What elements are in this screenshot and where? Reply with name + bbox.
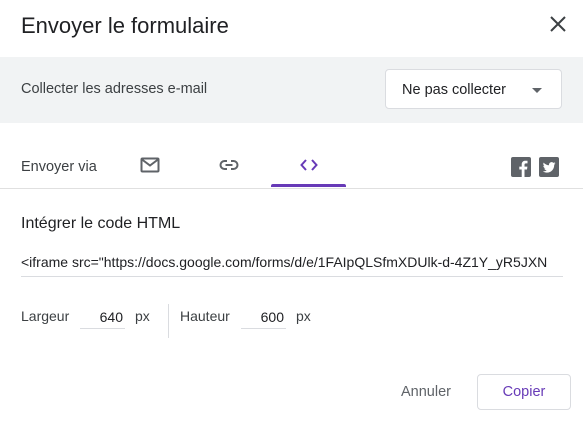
height-label: Hauteur bbox=[180, 308, 230, 324]
embed-code-icon bbox=[299, 159, 318, 171]
embed-html-title: Intégrer le code HTML bbox=[21, 215, 181, 232]
dialog-title: Envoyer le formulaire bbox=[21, 13, 229, 38]
collect-emails-selected-value: Ne pas collecter bbox=[402, 82, 506, 98]
height-input[interactable]: 600 bbox=[241, 306, 286, 329]
email-icon bbox=[140, 157, 160, 173]
send-via-label: Envoyer via bbox=[21, 159, 97, 175]
embed-code-text: <iframe src="https://docs.google.com/for… bbox=[21, 254, 548, 270]
facebook-icon[interactable] bbox=[511, 157, 531, 177]
height-unit: px bbox=[296, 308, 311, 324]
width-label: Largeur bbox=[21, 308, 70, 324]
collect-emails-bar: Collecter les adresses e-mail Ne pas col… bbox=[0, 57, 583, 123]
send-via-tabs: Envoyer via bbox=[0, 145, 583, 189]
tab-email[interactable] bbox=[127, 145, 173, 187]
tab-link[interactable] bbox=[206, 145, 252, 187]
width-input[interactable]: 640 bbox=[80, 306, 125, 329]
collect-emails-label: Collecter les adresses e-mail bbox=[21, 81, 208, 97]
width-value: 640 bbox=[99, 309, 123, 325]
tab-embed-html[interactable] bbox=[271, 145, 346, 187]
active-tab-indicator bbox=[271, 184, 346, 187]
collect-emails-select[interactable]: Ne pas collecter bbox=[385, 69, 562, 109]
close-icon[interactable] bbox=[546, 12, 570, 36]
copy-button[interactable]: Copier bbox=[477, 374, 571, 410]
dropdown-arrow-icon bbox=[532, 88, 542, 93]
width-unit: px bbox=[135, 308, 150, 324]
send-form-dialog: Envoyer le formulaire Collecter les adre… bbox=[0, 0, 583, 423]
height-value: 600 bbox=[260, 309, 284, 325]
dimension-divider bbox=[168, 304, 169, 338]
twitter-icon[interactable] bbox=[539, 157, 559, 177]
link-icon bbox=[219, 160, 239, 170]
cancel-button[interactable]: Annuler bbox=[392, 374, 460, 410]
embed-code-field[interactable]: <iframe src="https://docs.google.com/for… bbox=[21, 250, 563, 277]
